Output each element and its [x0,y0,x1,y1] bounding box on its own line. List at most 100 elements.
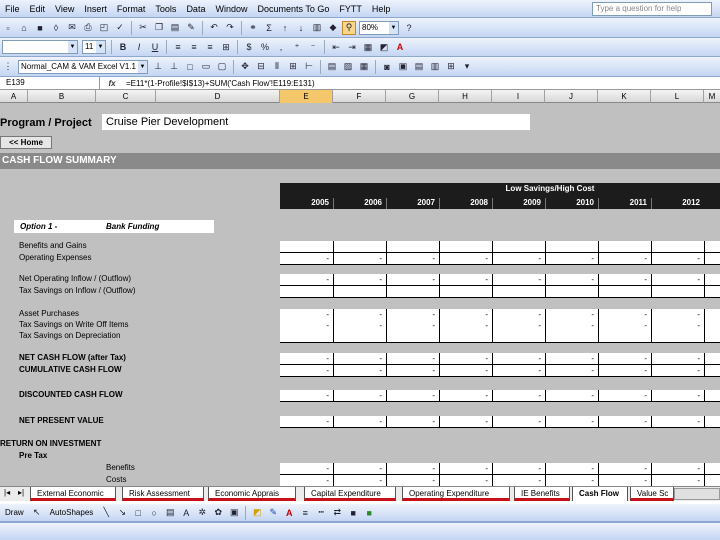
open-folder-icon[interactable]: ⌂ [17,21,31,35]
increase-indent-icon[interactable]: ⇥ [345,40,359,54]
data-cell[interactable]: - [386,463,439,475]
data-cell[interactable]: - [545,365,598,377]
data-cell[interactable]: - [386,475,439,486]
column-header-l[interactable]: L [651,90,704,103]
tab-risk-assessment[interactable]: Risk Assessment [122,487,204,501]
menu-help[interactable]: Help [367,0,396,18]
data-cell[interactable] [545,286,598,298]
grid-icon[interactable]: ⊞ [444,60,458,74]
data-cell[interactable]: - [545,390,598,402]
zoom-selected-icon[interactable]: ⚲ [342,20,356,35]
dash-style-icon[interactable]: ┅ [314,506,328,520]
data-cell[interactable] [439,286,492,298]
percent-icon[interactable]: % [258,40,272,54]
data-cell[interactable]: - [598,365,651,377]
data-cell[interactable] [704,241,720,253]
data-cell[interactable] [280,241,333,253]
sort-ascending-icon[interactable]: ↑ [278,21,292,35]
diagram-icon[interactable]: ✲ [195,506,209,520]
line-color-icon[interactable]: ✎ [266,506,280,520]
data-cell[interactable] [492,286,545,298]
data-cell[interactable]: - [492,416,545,428]
data-cell[interactable]: - [545,463,598,475]
chart-wizard-icon[interactable]: ▥ [310,21,324,35]
data-cell[interactable]: - [280,253,333,265]
data-cell[interactable]: - [651,475,704,486]
data-cell[interactable] [651,286,704,298]
data-cell[interactable]: - [598,353,651,365]
toolbar-options-icon[interactable]: ▾ [460,60,474,74]
data-cell[interactable]: - [492,253,545,265]
style-select[interactable]: Normal_CAM & VAM Excel V1.1 ▼ [18,59,148,74]
data-cell[interactable] [386,241,439,253]
menu-fytt[interactable]: FYTT [334,0,367,18]
drawing-icon[interactable]: ◆ [326,21,340,35]
data-cell[interactable]: - [386,416,439,428]
data-cell[interactable] [439,241,492,253]
data-cell[interactable]: - [651,416,704,428]
data-cell[interactable] [386,286,439,298]
copy-icon[interactable]: ❐ [152,21,166,35]
option-box[interactable]: Option 1 - Bank Funding [14,220,214,233]
table-icon[interactable]: ▦ [357,60,371,74]
data-cell[interactable] [280,286,333,298]
data-cell[interactable]: - [651,365,704,377]
data-cell[interactable]: - [598,390,651,402]
data-cell[interactable]: - [439,390,492,402]
arrow-icon[interactable]: ↘ [115,506,129,520]
chart-icon[interactable]: ▥ [428,60,442,74]
print-preview-icon[interactable]: ◰ [97,21,111,35]
data-cell[interactable]: - [333,353,386,365]
data-cell[interactable]: - [598,274,651,286]
menu-view[interactable]: View [50,0,79,18]
borders-icon[interactable]: ▦ [361,40,375,54]
decrease-indent-icon[interactable]: ⇤ [329,40,343,54]
data-cell[interactable]: - [280,416,333,428]
data-cell[interactable]: - [386,365,439,377]
merge-center-icon[interactable]: ⊞ [219,40,233,54]
sum-box-icon[interactable]: ▤ [325,60,339,74]
data-cell[interactable]: - [492,274,545,286]
data-cell[interactable]: - [651,353,704,365]
data-cell[interactable] [492,241,545,253]
data-cell[interactable]: - [439,365,492,377]
data-cell[interactable]: - [598,416,651,428]
font-select[interactable]: ▼ [2,40,78,54]
undo-icon[interactable]: ↶ [207,21,221,35]
data-cell[interactable]: - [280,274,333,286]
column-header-h[interactable]: H [439,90,492,103]
align-center-icon[interactable]: ≡ [187,40,201,54]
sort-descending-icon[interactable]: ↓ [294,21,308,35]
indent-marker-icon[interactable]: ⊢ [302,60,316,74]
currency-icon[interactable]: $ [242,40,256,54]
underline-icon[interactable]: U [148,40,162,54]
email-icon[interactable]: ✉ [65,21,79,35]
data-cell[interactable]: - [598,475,651,486]
data-cell[interactable]: - [651,463,704,475]
vertical-lines-icon[interactable]: ⦀ [270,60,284,74]
data-cell[interactable] [492,331,545,343]
format-painter-icon[interactable]: ✎ [184,21,198,35]
data-cell[interactable] [545,241,598,253]
data-cell[interactable]: - [386,353,439,365]
data-cell[interactable]: - [545,416,598,428]
align-right-icon[interactable]: ≡ [203,40,217,54]
3d-icon[interactable]: ■ [362,506,376,520]
data-cell[interactable]: - [439,463,492,475]
text-box-icon[interactable]: ▤ [163,506,177,520]
italic-icon[interactable]: I [132,40,146,54]
cut-icon[interactable]: ✂ [136,21,150,35]
menu-edit[interactable]: Edit [25,0,51,18]
menu-insert[interactable]: Insert [79,0,112,18]
data-cell[interactable]: - [439,353,492,365]
column-header-i[interactable]: I [492,90,545,103]
data-cell[interactable] [704,475,720,486]
decrease-decimal-icon[interactable]: ⁻ [306,40,320,54]
data-cell[interactable] [598,241,651,253]
column-header-g[interactable]: G [386,90,439,103]
data-cell[interactable] [598,331,651,343]
data-cell[interactable] [704,286,720,298]
data-cell[interactable]: - [545,475,598,486]
column-header-j[interactable]: J [545,90,598,103]
data-cell[interactable] [704,463,720,475]
